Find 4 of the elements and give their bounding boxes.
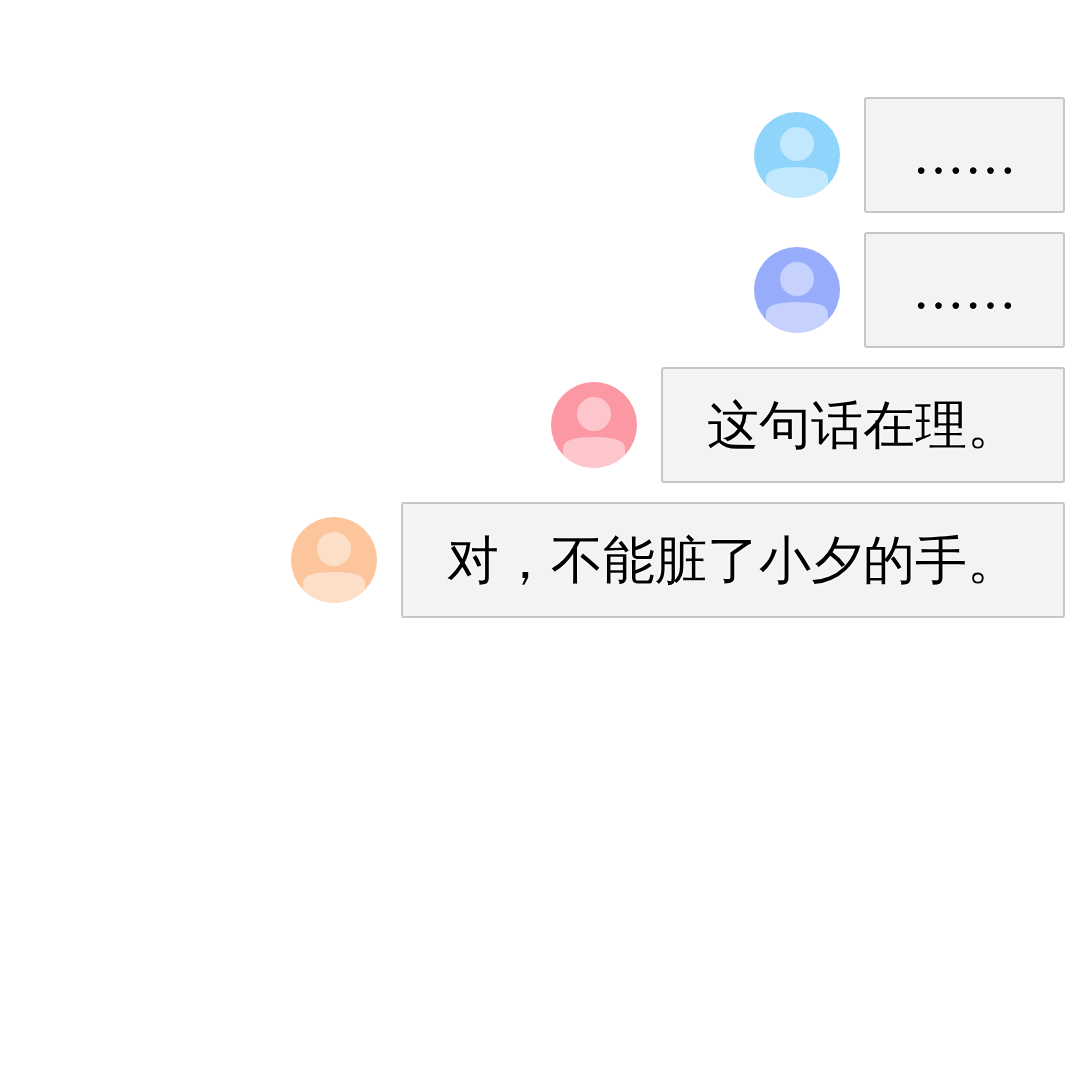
message-text: 这句话在理。 <box>707 395 1019 455</box>
message-text: 对，不能脏了小夕的手。 <box>447 530 1019 590</box>
message-text: …… <box>912 260 1017 320</box>
message-text: …… <box>912 125 1017 185</box>
